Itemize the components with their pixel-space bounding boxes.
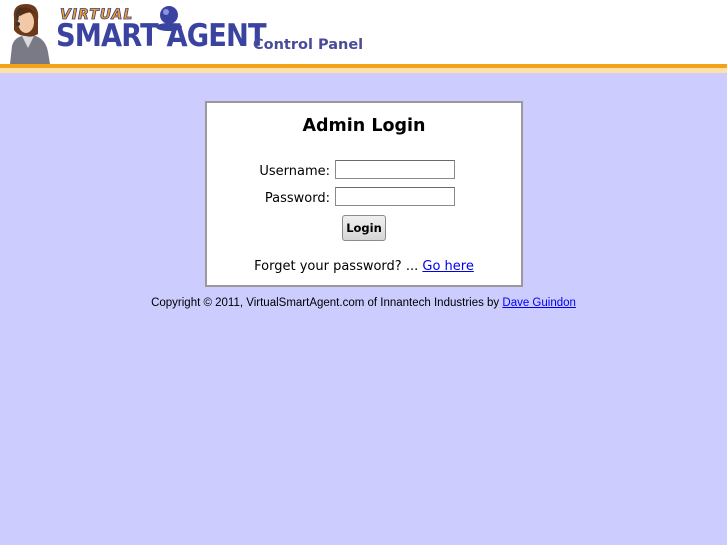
password-label: Password: (264, 191, 330, 206)
forgot-password-line: Forget your password? ... Go here (207, 259, 521, 274)
login-title: Admin Login (302, 116, 426, 136)
forgot-password-link[interactable]: Go here (422, 259, 473, 274)
header-divider-light (0, 68, 727, 73)
copyright-footer: Copyright © 2011, VirtualSmartAgent.com … (0, 297, 727, 309)
password-input[interactable] (335, 187, 455, 206)
page-title: Control Panel (253, 37, 364, 53)
forgot-password-text: Forget your password? ... (254, 259, 419, 274)
header: VIRTUAL SMART AGENT Control Panel (0, 0, 727, 64)
username-label: Username: (259, 164, 330, 179)
author-link[interactable]: Dave Guindon (502, 297, 576, 309)
username-input[interactable] (335, 160, 455, 179)
login-button[interactable]: Login (342, 215, 386, 241)
logo-smart-agent-text: SMART AGENT (56, 18, 267, 54)
copyright-text: Copyright © 2011, VirtualSmartAgent.com … (151, 297, 500, 309)
login-panel: Admin Login Username: Password: Login Fo… (205, 101, 523, 287)
agent-figure-icon (10, 4, 50, 64)
